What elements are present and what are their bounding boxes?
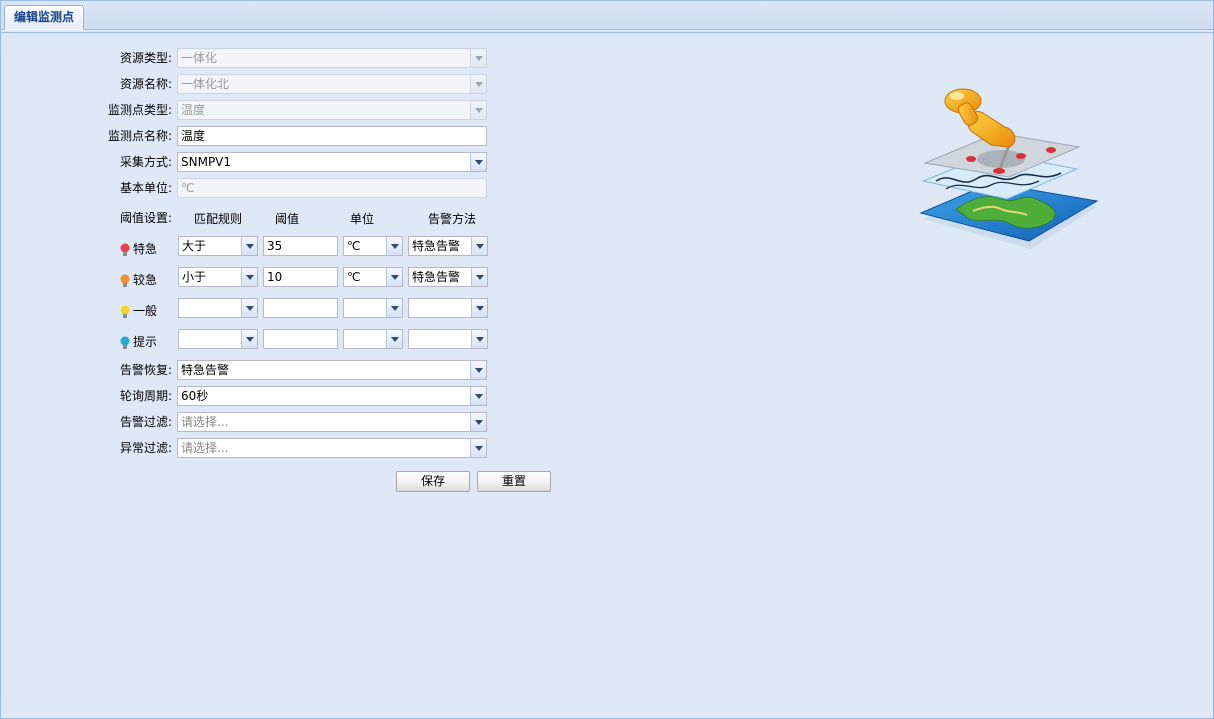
resource-type-select[interactable]: 一体化: [177, 48, 487, 68]
unit-select-normal[interactable]: [343, 298, 403, 318]
tab-strip: 编辑监测点: [1, 1, 1213, 30]
point-name-label: 监测点名称:: [107, 129, 172, 143]
threshold-label: 阈值设置:: [119, 211, 172, 225]
chevron-down-icon[interactable]: [470, 153, 486, 171]
method-value: 特急告警: [412, 239, 461, 253]
threshold-input-normal[interactable]: [263, 298, 338, 318]
rule-select-normal[interactable]: [178, 298, 258, 318]
alarm-recovery-label: 告警恢复:: [119, 363, 172, 377]
chevron-down-icon[interactable]: [241, 268, 257, 286]
alarm-filter-placeholder: 请选择...: [181, 415, 229, 429]
exception-filter-label: 异常过滤:: [119, 441, 172, 455]
chevron-down-icon[interactable]: [386, 299, 402, 317]
point-name-input[interactable]: 温度: [177, 126, 487, 146]
resource-name-select[interactable]: 一体化北: [177, 74, 487, 94]
method-select-urgent[interactable]: 特急告警: [408, 236, 488, 256]
unit-value: ℃: [347, 239, 361, 253]
threshold-input-high[interactable]: 10: [263, 267, 338, 287]
chevron-down-icon[interactable]: [386, 330, 402, 348]
point-type-select[interactable]: 温度: [177, 100, 487, 120]
chevron-down-icon[interactable]: [470, 413, 486, 431]
reset-button[interactable]: 重置: [477, 471, 551, 492]
unit-select-hint[interactable]: [343, 329, 403, 349]
lightbulb-icon: [120, 274, 130, 287]
chevron-down-icon[interactable]: [470, 361, 486, 379]
chevron-down-icon[interactable]: [470, 49, 486, 67]
rule-select-high[interactable]: 小于: [178, 267, 258, 287]
alarm-recovery-value: 特急告警: [181, 363, 230, 377]
chevron-down-icon[interactable]: [386, 237, 402, 255]
chevron-down-icon[interactable]: [470, 439, 486, 457]
resource-type-value: 一体化: [181, 51, 218, 65]
chevron-down-icon[interactable]: [471, 268, 487, 286]
lightbulb-icon: [120, 305, 130, 318]
edit-monitor-point-panel: 编辑监测点 资源类型: 一体化 资源名称: 一体化北 监测点类型: 温度 监测点…: [0, 0, 1214, 719]
chevron-down-icon[interactable]: [471, 237, 487, 255]
chevron-down-icon[interactable]: [241, 237, 257, 255]
rule-select-urgent[interactable]: 大于: [178, 236, 258, 256]
base-unit-value: ℃: [181, 181, 195, 195]
chevron-down-icon[interactable]: [471, 330, 487, 348]
alarm-recovery-select[interactable]: 特急告警: [177, 360, 487, 380]
threshold-input-urgent[interactable]: 35: [263, 236, 338, 256]
rule-select-hint[interactable]: [178, 329, 258, 349]
threshold-value: 35: [267, 239, 283, 253]
level-hint-label: 提示: [133, 335, 158, 349]
point-type-value: 温度: [181, 103, 206, 117]
exception-filter-select[interactable]: 请选择...: [177, 438, 487, 458]
threshold-input-hint[interactable]: [263, 329, 338, 349]
base-unit-label: 基本单位:: [119, 181, 172, 195]
alarm-filter-label: 告警过滤:: [119, 415, 172, 429]
collect-method-value: SNMPV1: [181, 155, 232, 169]
save-button[interactable]: 保存: [396, 471, 470, 492]
method-select-high[interactable]: 特急告警: [408, 267, 488, 287]
chevron-down-icon[interactable]: [386, 268, 402, 286]
unit-select-high[interactable]: ℃: [343, 267, 403, 287]
chevron-down-icon[interactable]: [241, 299, 257, 317]
chevron-down-icon[interactable]: [470, 101, 486, 119]
col-header-rule: 匹配规则: [193, 212, 242, 226]
col-header-method: 告警方法: [427, 212, 476, 226]
resource-name-label: 资源名称:: [119, 77, 172, 91]
level-urgent-label: 特急: [133, 242, 158, 256]
method-select-normal[interactable]: [408, 298, 488, 318]
base-unit-input[interactable]: ℃: [177, 178, 487, 198]
lightbulb-icon: [120, 336, 130, 349]
point-type-label: 监测点类型:: [107, 103, 172, 117]
method-select-hint[interactable]: [408, 329, 488, 349]
col-header-unit: 单位: [349, 212, 374, 226]
chevron-down-icon[interactable]: [471, 299, 487, 317]
exception-filter-placeholder: 请选择...: [181, 441, 229, 455]
threshold-value: 10: [267, 270, 283, 284]
level-high-label: 较急: [133, 273, 158, 287]
poll-cycle-select[interactable]: 60秒: [177, 386, 487, 406]
col-header-threshold: 阈值: [274, 212, 299, 226]
chevron-down-icon[interactable]: [470, 75, 486, 93]
tab-edit-monitor-point[interactable]: 编辑监测点: [4, 5, 85, 30]
alarm-filter-select[interactable]: 请选择...: [177, 412, 487, 432]
lightbulb-icon: [120, 243, 130, 256]
level-normal-label: 一般: [133, 304, 158, 318]
poll-cycle-value: 60秒: [181, 389, 209, 403]
rule-value: 小于: [182, 270, 207, 284]
resource-type-label: 资源类型:: [119, 51, 172, 65]
rule-value: 大于: [182, 239, 207, 253]
tab-divider: [1, 32, 1213, 33]
resource-name-value: 一体化北: [181, 77, 230, 91]
map-pin-layers-icon: [919, 88, 1099, 249]
unit-select-urgent[interactable]: ℃: [343, 236, 403, 256]
method-value: 特急告警: [412, 270, 461, 284]
point-name-value: 温度: [181, 129, 206, 143]
collect-method-select[interactable]: SNMPV1: [177, 152, 487, 172]
unit-value: ℃: [347, 270, 361, 284]
poll-cycle-label: 轮询周期:: [119, 389, 172, 403]
collect-method-label: 采集方式:: [119, 155, 172, 169]
chevron-down-icon[interactable]: [241, 330, 257, 348]
chevron-down-icon[interactable]: [470, 387, 486, 405]
